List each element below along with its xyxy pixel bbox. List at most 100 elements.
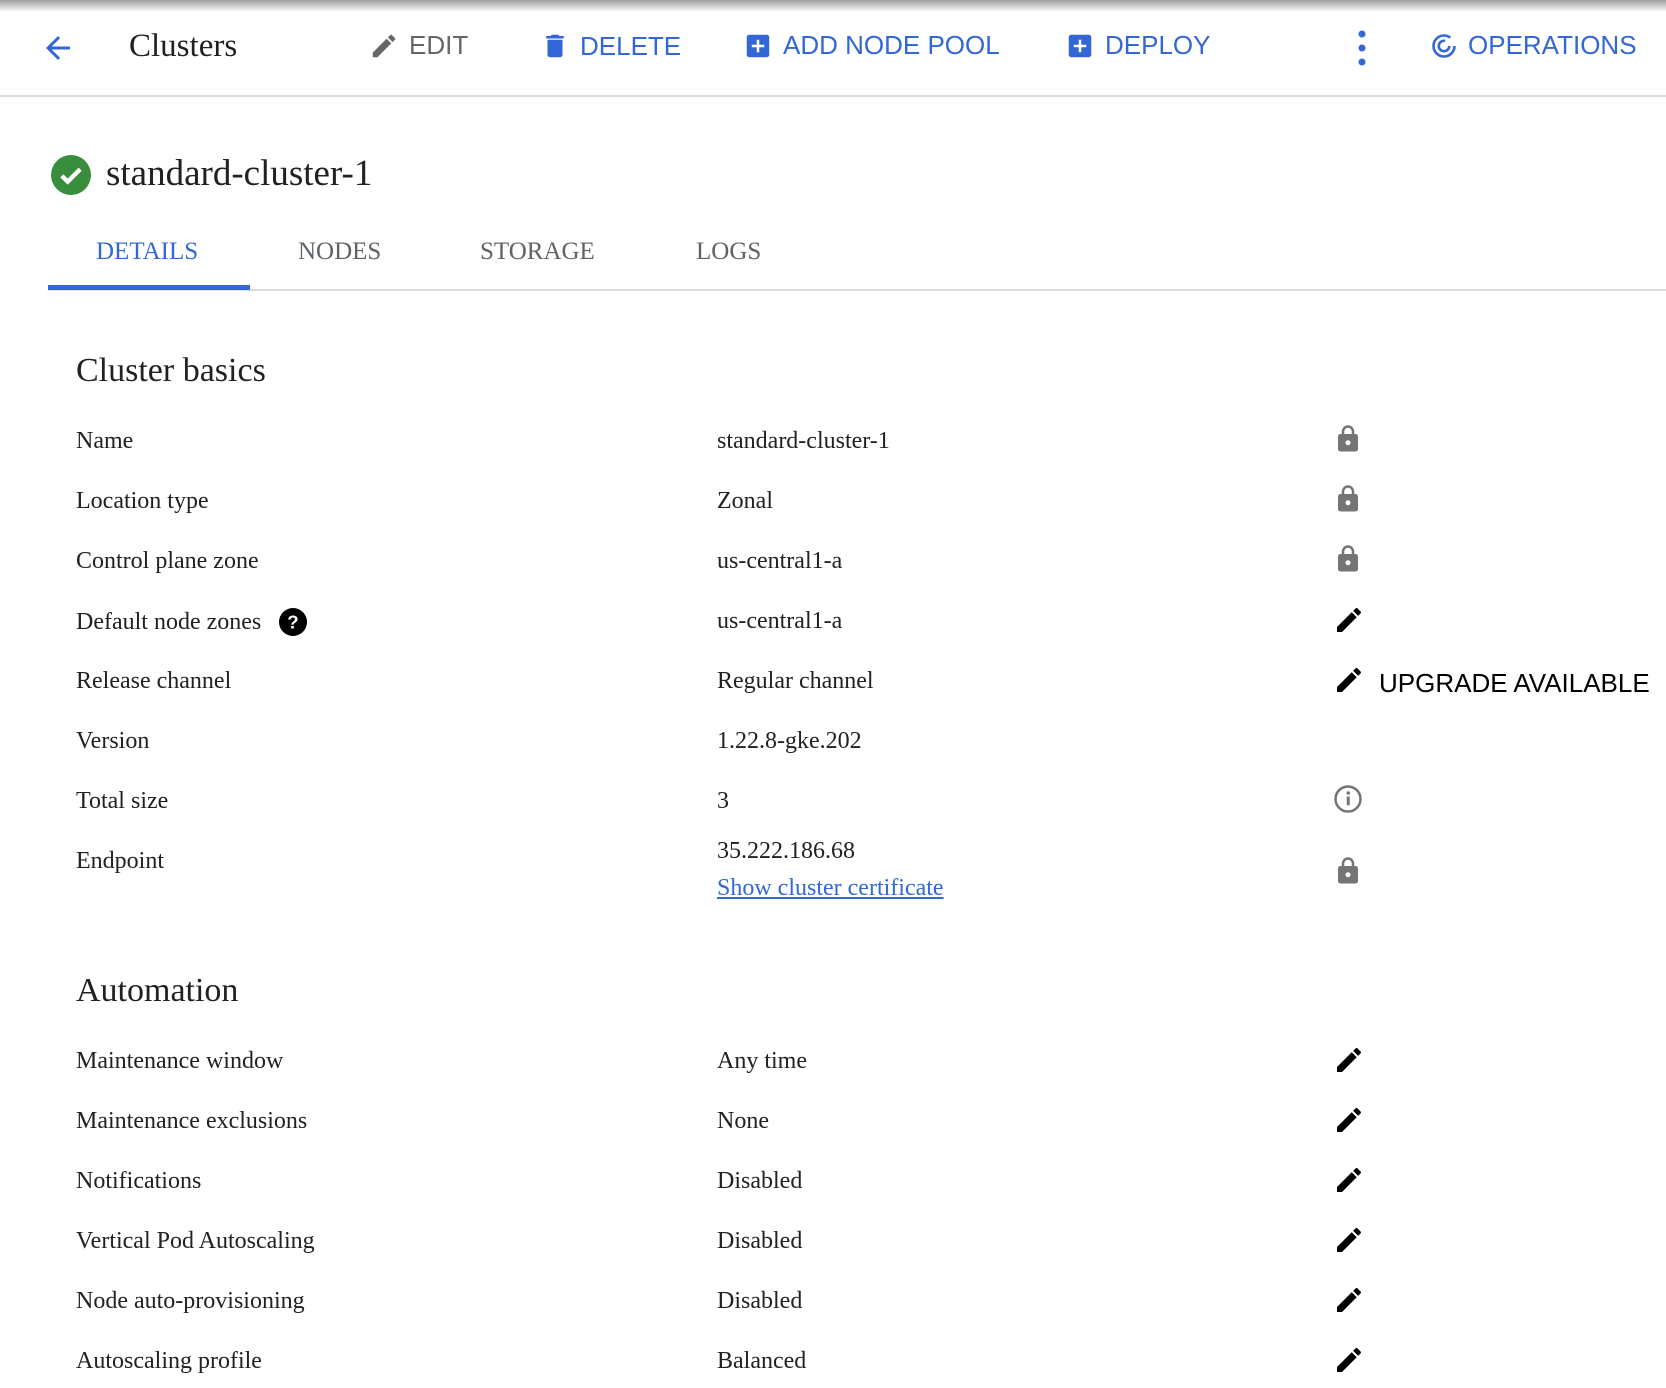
- row-label: Maintenance exclusions: [76, 1108, 308, 1134]
- row-value: standard-cluster-1: [717, 428, 890, 454]
- help-icon[interactable]: ?: [279, 608, 308, 636]
- edit-icon[interactable]: [1333, 664, 1365, 703]
- info-icon: [1333, 784, 1363, 821]
- detail-row: Control plane zone us-central1-a: [0, 545, 1666, 588]
- detail-row: Version 1.22.8-gke.202: [0, 728, 1666, 768]
- row-actions: [1333, 784, 1363, 821]
- edit-icon[interactable]: [1333, 1344, 1365, 1383]
- tab-logs[interactable]: LOGS: [696, 238, 761, 266]
- tab-storage[interactable]: STORAGE: [480, 238, 595, 266]
- row-label-wrap: Notifications: [76, 1168, 201, 1195]
- row-label-wrap: Autoscaling profile: [76, 1348, 262, 1375]
- lock-icon: [1333, 856, 1363, 893]
- operations-label: OPERATIONS: [1468, 30, 1637, 60]
- row-label: Control plane zone: [76, 548, 259, 574]
- more-vert-icon[interactable]: [1350, 28, 1374, 68]
- row-label-wrap: Control plane zone: [76, 548, 259, 575]
- detail-row: Maintenance window Any time: [0, 1047, 1666, 1088]
- row-label: Name: [76, 428, 134, 454]
- operations-icon: [1432, 33, 1456, 58]
- row-actions: [1333, 1044, 1365, 1083]
- row-actions: [1333, 604, 1365, 643]
- row-label-wrap: Version: [76, 728, 149, 755]
- back-arrow-icon[interactable]: [40, 30, 76, 66]
- row-label-wrap: Release channel: [76, 668, 231, 695]
- detail-row: Name standard-cluster-1: [0, 425, 1666, 468]
- row-label-wrap: Name: [76, 428, 133, 455]
- row-value: Disabled: [717, 1168, 803, 1194]
- row-value-wrap: 35.222.186.68 Show cluster certificate: [717, 838, 944, 902]
- row-label: Vertical Pod Autoscaling: [76, 1228, 315, 1254]
- add-node-pool-button[interactable]: ADD NODE POOL: [743, 30, 1000, 61]
- row-actions: [1333, 1104, 1365, 1143]
- tab-nodes[interactable]: NODES: [298, 238, 381, 266]
- row-label-wrap: Total size: [76, 788, 168, 815]
- row-label: Release channel: [76, 668, 232, 694]
- row-label: Autoscaling profile: [76, 1348, 262, 1374]
- row-value: us-central1-a: [717, 548, 843, 574]
- row-label: Total size: [76, 788, 169, 814]
- row-value: 1.22.8-gke.202: [717, 728, 862, 754]
- row-label: Version: [76, 728, 150, 754]
- operations-button[interactable]: OPERATIONS: [1430, 30, 1637, 61]
- upgrade-available-button[interactable]: UPGRADE AVAILABLE: [1379, 668, 1650, 699]
- deploy-label: DEPLOY: [1105, 30, 1211, 60]
- row-actions: [1333, 1164, 1365, 1203]
- row-actions: [1333, 484, 1363, 521]
- row-actions: [1333, 1344, 1365, 1383]
- edit-icon[interactable]: [1333, 1104, 1365, 1143]
- deploy-button[interactable]: DEPLOY: [1065, 30, 1211, 61]
- cluster-name-title: standard-cluster-1: [106, 153, 373, 194]
- header-bar: Clusters EDIT DELETE ADD NODE POOL DEPLO…: [0, 0, 1666, 97]
- row-label: Endpoint: [76, 848, 164, 874]
- detail-row: Vertical Pod Autoscaling Disabled: [0, 1227, 1666, 1268]
- delete-button[interactable]: DELETE: [540, 30, 681, 62]
- row-value: Zonal: [717, 488, 773, 514]
- lock-icon: [1333, 544, 1363, 581]
- row-label-wrap: Maintenance window: [76, 1048, 283, 1075]
- page-title: Clusters: [129, 28, 238, 64]
- detail-row: Notifications Disabled: [0, 1167, 1666, 1208]
- add-box-icon: [746, 34, 770, 57]
- edit-icon[interactable]: [1333, 1224, 1365, 1263]
- show-certificate-link[interactable]: Show cluster certificate: [717, 875, 944, 902]
- edit-button[interactable]: EDIT: [369, 30, 468, 61]
- row-label-wrap: Endpoint: [76, 848, 164, 875]
- row-actions: UPGRADE AVAILABLE: [1333, 664, 1650, 703]
- edit-icon[interactable]: [1333, 1044, 1365, 1083]
- detail-row: Node auto-provisioning Disabled: [0, 1287, 1666, 1328]
- tab-details[interactable]: DETAILS: [96, 238, 198, 266]
- row-label-wrap: Default node zones?: [76, 608, 308, 636]
- row-label: Location type: [76, 488, 209, 514]
- edit-icon[interactable]: [1333, 604, 1365, 643]
- detail-row: Autoscaling profile Balanced: [0, 1347, 1666, 1388]
- pencil-icon: [372, 34, 396, 57]
- row-label-wrap: Node auto-provisioning: [76, 1288, 305, 1315]
- add-node-pool-label: ADD NODE POOL: [783, 30, 1000, 60]
- check-circle-icon: [51, 155, 91, 195]
- row-value: Disabled: [717, 1288, 803, 1314]
- row-label: Notifications: [76, 1168, 202, 1194]
- row-actions: [1333, 544, 1363, 581]
- edit-icon[interactable]: [1333, 1164, 1365, 1203]
- row-value: None: [717, 1108, 769, 1134]
- active-tab-indicator: [48, 285, 250, 290]
- row-label: Node auto-provisioning: [76, 1288, 305, 1314]
- row-label: Maintenance window: [76, 1048, 284, 1074]
- detail-row: Location type Zonal: [0, 485, 1666, 528]
- detail-row: Release channel Regular channel UPGRADE AV…: [0, 667, 1666, 708]
- edit-icon[interactable]: [1333, 1284, 1365, 1323]
- row-actions: [1333, 1284, 1365, 1323]
- section-heading: Automation: [76, 972, 239, 1009]
- row-label-wrap: Maintenance exclusions: [76, 1108, 307, 1135]
- detail-row: Maintenance exclusions None: [0, 1107, 1666, 1148]
- section-heading: Cluster basics: [76, 352, 266, 389]
- row-value: Disabled: [717, 1228, 803, 1254]
- row-value: Balanced: [717, 1348, 807, 1374]
- tabs-divider: [48, 289, 1666, 291]
- row-label-wrap: Vertical Pod Autoscaling: [76, 1228, 315, 1255]
- lock-icon: [1333, 484, 1363, 521]
- row-value: Regular channel: [717, 668, 874, 694]
- delete-label: DELETE: [580, 30, 682, 61]
- detail-row: Default node zones? us-central1-a: [0, 607, 1666, 648]
